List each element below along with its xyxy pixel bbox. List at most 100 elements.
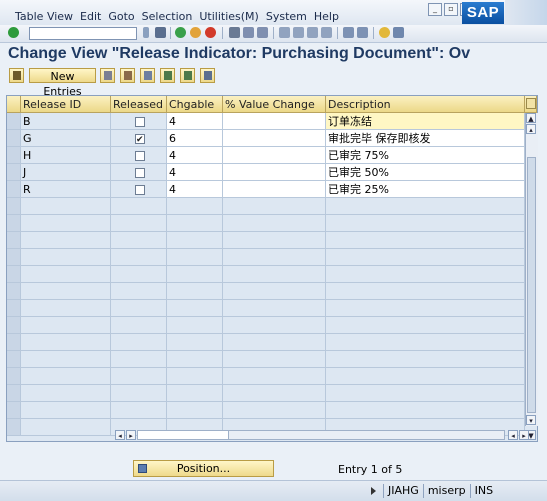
description-field[interactable]: 已审完 75%: [326, 147, 525, 164]
released-checkbox[interactable]: [135, 185, 145, 195]
exit-icon[interactable]: [190, 27, 201, 38]
released-checkbox[interactable]: [135, 132, 145, 146]
released-cell[interactable]: [111, 181, 167, 198]
position-button[interactable]: Position...: [133, 460, 274, 477]
released-cell[interactable]: [111, 113, 167, 130]
menu-system[interactable]: System: [266, 10, 307, 23]
menu-table-view[interactable]: Table View: [15, 10, 73, 23]
print-icon[interactable]: [229, 27, 240, 38]
scroll-top-icon[interactable]: ▲: [526, 113, 536, 123]
shortcut-icon[interactable]: [357, 27, 368, 38]
new-entries-button[interactable]: New Entries: [29, 68, 96, 98]
menu-edit[interactable]: Edit: [80, 10, 101, 23]
delete-button[interactable]: [120, 68, 135, 83]
status-mode[interactable]: INS: [469, 484, 497, 498]
vertical-scroll-thumb[interactable]: [527, 157, 536, 413]
display-change-button[interactable]: [9, 68, 24, 83]
copy-button[interactable]: [100, 68, 115, 83]
description-field[interactable]: 订单冻结: [326, 113, 525, 130]
description-field[interactable]: 已审完 50%: [326, 164, 525, 181]
minimize-icon[interactable]: _: [428, 3, 442, 16]
released-checkbox[interactable]: [135, 151, 145, 161]
row-selector[interactable]: [7, 283, 21, 300]
column-chgable[interactable]: Chgable: [167, 96, 223, 113]
value-change-field[interactable]: [223, 147, 326, 164]
scroll-left-icon[interactable]: ▸: [126, 430, 136, 440]
column-release-id[interactable]: Release ID: [21, 96, 111, 113]
scroll-right-end-icon[interactable]: ▸: [519, 430, 529, 440]
row-selector[interactable]: [7, 232, 21, 249]
released-cell[interactable]: [111, 147, 167, 164]
value-change-field[interactable]: [223, 164, 326, 181]
row-selector[interactable]: [7, 334, 21, 351]
back-icon[interactable]: [175, 27, 186, 38]
chgable-field[interactable]: 4: [167, 113, 223, 130]
help-icon[interactable]: [379, 27, 390, 38]
save-icon[interactable]: [155, 27, 166, 38]
chgable-field[interactable]: 4: [167, 164, 223, 181]
released-cell[interactable]: [111, 164, 167, 181]
row-selector[interactable]: [7, 249, 21, 266]
last-page-icon[interactable]: [321, 27, 332, 38]
description-field[interactable]: 审批完毕 保存即核发: [326, 130, 525, 147]
value-change-field[interactable]: [223, 113, 326, 130]
horizontal-scroll-track[interactable]: [137, 430, 505, 440]
menu-help[interactable]: Help: [314, 10, 339, 23]
released-checkbox[interactable]: [135, 117, 145, 127]
chgable-field[interactable]: 4: [167, 147, 223, 164]
row-selector[interactable]: [7, 368, 21, 385]
select-block-button[interactable]: [180, 68, 195, 83]
row-selector[interactable]: [7, 419, 21, 436]
row-selector[interactable]: [7, 402, 21, 419]
table-settings-icon[interactable]: [526, 98, 536, 109]
scroll-left-end-icon[interactable]: ◂: [115, 430, 125, 440]
menu-goto[interactable]: Goto: [108, 10, 134, 23]
released-cell[interactable]: [111, 130, 167, 147]
menu-utilities[interactable]: Utilities(M): [199, 10, 258, 23]
create-session-icon[interactable]: [343, 27, 354, 38]
chgable-field[interactable]: 6: [167, 130, 223, 147]
status-expand-icon[interactable]: [371, 487, 376, 495]
row-selector[interactable]: [7, 147, 21, 164]
horizontal-scroll-thumb[interactable]: [138, 431, 229, 439]
find-icon[interactable]: [243, 27, 254, 38]
row-selector[interactable]: [7, 385, 21, 402]
chgable-field[interactable]: 4: [167, 181, 223, 198]
previous-page-icon[interactable]: [293, 27, 304, 38]
row-selector[interactable]: [7, 266, 21, 283]
row-selector[interactable]: [7, 300, 21, 317]
column-value-change[interactable]: % Value Change: [223, 96, 326, 113]
scroll-down-icon[interactable]: ▾: [526, 415, 536, 425]
restore-icon[interactable]: ▫: [444, 3, 458, 16]
find-next-icon[interactable]: [257, 27, 268, 38]
row-selector[interactable]: [7, 113, 21, 130]
released-checkbox[interactable]: [135, 168, 145, 178]
column-description[interactable]: Description: [326, 96, 525, 113]
row-selector[interactable]: [7, 198, 21, 215]
row-selector[interactable]: [7, 317, 21, 334]
select-all-button[interactable]: [160, 68, 175, 83]
scroll-up-icon[interactable]: ▴: [526, 124, 536, 134]
row-selector[interactable]: [7, 215, 21, 232]
layout-menu-icon[interactable]: [393, 27, 404, 38]
scroll-right-icon[interactable]: ◂: [508, 430, 518, 440]
next-page-icon[interactable]: [307, 27, 318, 38]
status-server[interactable]: miserp: [422, 484, 470, 498]
first-page-icon[interactable]: [279, 27, 290, 38]
row-selector[interactable]: [7, 130, 21, 147]
row-selector[interactable]: [7, 181, 21, 198]
value-change-field[interactable]: [223, 130, 326, 147]
select-all-rows-cell[interactable]: [7, 96, 21, 113]
cancel-icon[interactable]: [205, 27, 216, 38]
horizontal-scrollbar[interactable]: ◂ ▸ ◂ ▸: [115, 430, 535, 440]
column-released[interactable]: Released: [111, 96, 167, 113]
command-field[interactable]: [29, 27, 137, 40]
row-selector[interactable]: [7, 351, 21, 368]
undo-button[interactable]: [140, 68, 155, 83]
description-field[interactable]: 已审完 25%: [326, 181, 525, 198]
enter-icon[interactable]: [8, 27, 19, 38]
row-selector[interactable]: [7, 164, 21, 181]
vertical-scrollbar[interactable]: ▲ ▴ ▾: [525, 113, 538, 426]
value-change-field[interactable]: [223, 181, 326, 198]
menu-selection[interactable]: Selection: [142, 10, 193, 23]
